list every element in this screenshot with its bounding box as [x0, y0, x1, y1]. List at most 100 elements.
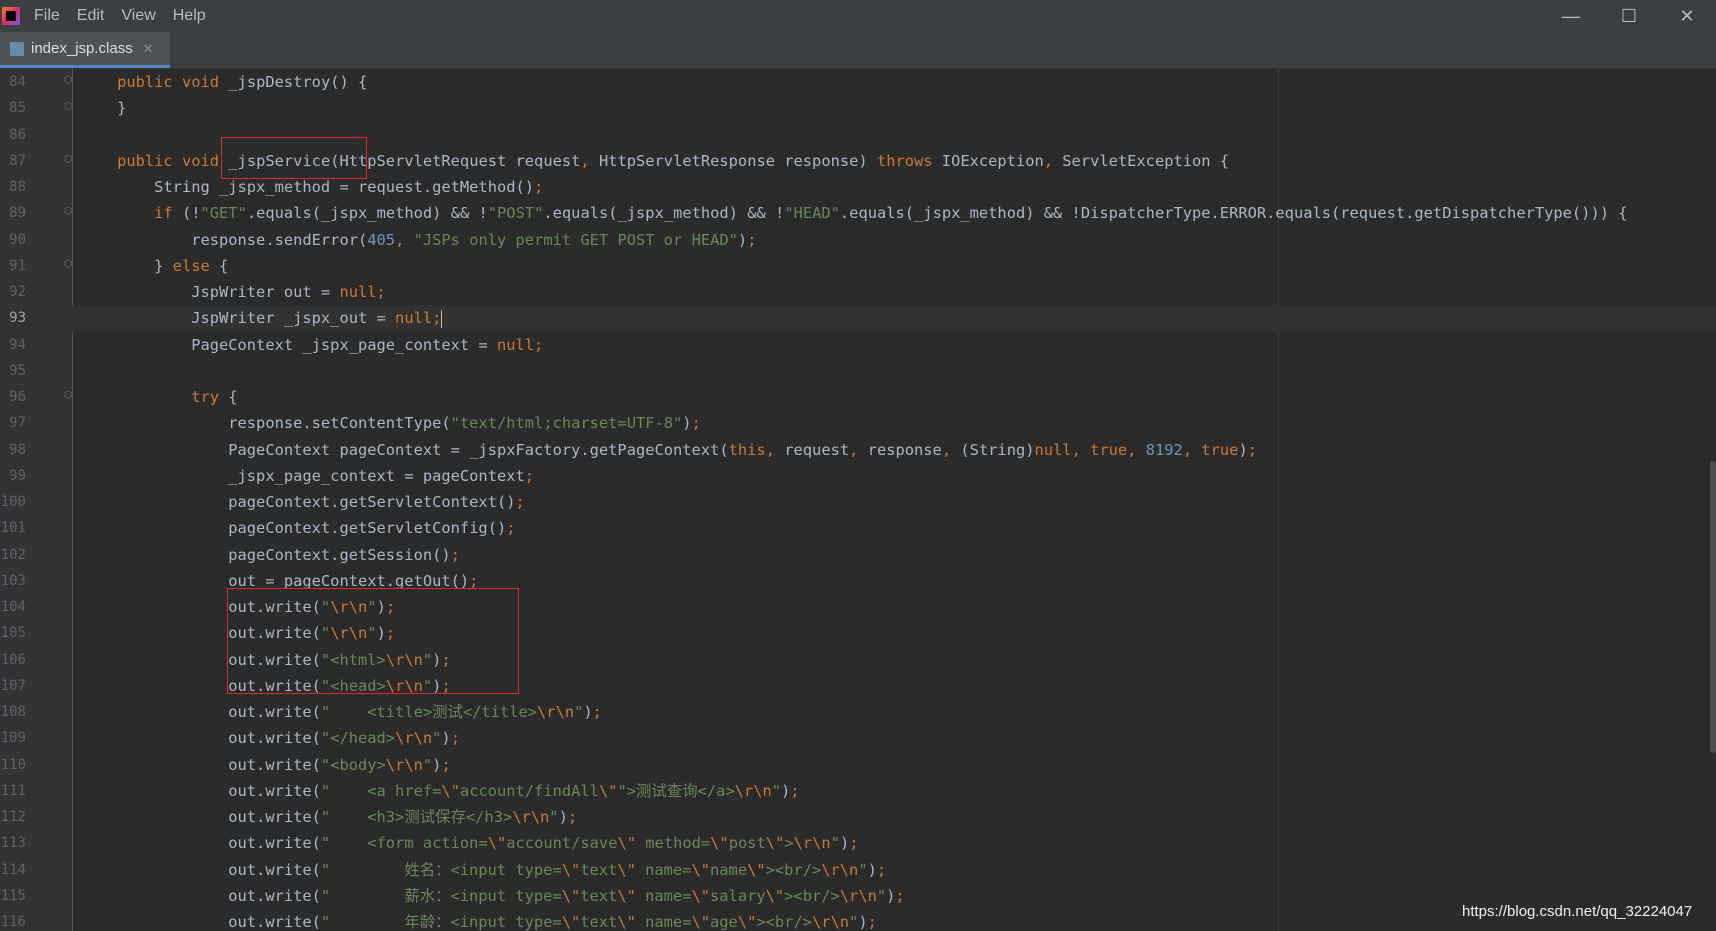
code-token: public void [117, 73, 229, 91]
code-line[interactable]: 113 out.write(" <form action=\"account/s… [0, 830, 1716, 856]
code-line[interactable]: 106 out.write("<html>\r\n"); [0, 647, 1716, 673]
code-token: " [367, 624, 377, 643]
menu-edit[interactable]: Edit [77, 7, 105, 25]
code-token: ) [376, 598, 386, 616]
code-token: " <a href= [320, 781, 442, 800]
code-line[interactable]: 95 [0, 358, 1716, 384]
fold-marker-icon[interactable]: ⬡ [64, 391, 73, 401]
code-line[interactable]: 104 out.write("\r\n"); [0, 594, 1716, 620]
menu-file[interactable]: File [34, 7, 60, 25]
text-caret [441, 309, 443, 328]
code-line[interactable]: 93 JspWriter _jspx_out = null; [0, 305, 1716, 332]
menu-help[interactable]: Help [173, 7, 206, 25]
tab-index-jsp-class[interactable]: index_jsp.class ✕ [0, 32, 170, 68]
code-token: " [574, 703, 584, 721]
code-line[interactable]: 90 response.sendError(405, "JSPs only pe… [0, 227, 1716, 253]
code-token: name= [635, 913, 692, 931]
code-token: out.write( [80, 676, 321, 695]
code-token: > [784, 834, 794, 853]
code-token: PageContext _jspx_page_context = [80, 335, 497, 354]
code-token: ; [534, 178, 544, 196]
code-token: ; [790, 781, 800, 800]
code-token: "<html> [320, 650, 386, 669]
code-line[interactable]: 94 PageContext _jspx_page_context = null… [0, 332, 1716, 358]
code-token: "<head> [320, 676, 386, 695]
menu-view[interactable]: View [121, 7, 155, 25]
code-line[interactable]: 107 out.write("<head>\r\n"); [0, 673, 1716, 699]
tab-label: index_jsp.class [31, 40, 133, 57]
code-token: " <form action= [320, 834, 488, 853]
minimize-button[interactable]: — [1542, 0, 1600, 32]
line-number: 100 [0, 494, 26, 510]
code-token: \r\n [821, 860, 859, 879]
code-token: _jspDestroy() { [228, 73, 368, 91]
code-line[interactable]: 109 out.write("</head>\r\n"); [0, 725, 1716, 751]
code-token: out.write( [80, 834, 321, 853]
code-token: "JSPs only permit GET POST or HEAD" [413, 230, 738, 249]
code-text: out.write(" 薪水：<input type=\"text\" name… [80, 883, 904, 909]
code-line[interactable]: 111 out.write(" <a href=\"account/findAl… [0, 778, 1716, 804]
code-token: ><br/> [756, 913, 812, 931]
code-line[interactable]: 96 ⬡ try { [0, 384, 1716, 410]
fold-marker-icon[interactable]: ⬡ [64, 207, 73, 217]
code-line[interactable]: 97 response.setContentType("text/html;ch… [0, 410, 1716, 436]
code-token: \r\n [330, 624, 368, 643]
code-token: , [941, 440, 961, 459]
code-token: age [710, 913, 738, 931]
code-line[interactable]: 85 ⬡ } [0, 95, 1716, 121]
code-token: 405 [367, 230, 396, 249]
code-line[interactable]: 100 pageContext.getServletContext(); [0, 489, 1716, 515]
code-token: (String) [960, 440, 1035, 459]
code-token: " [422, 676, 433, 695]
line-number: 114 [0, 861, 26, 878]
code-line[interactable]: 114 out.write(" 姓名：<input type=\"text\" … [0, 857, 1716, 883]
code-token: \" [561, 913, 581, 931]
code-editor[interactable]: 84 ⬡ public void _jspDestroy() {85 ⬡ } 86 87… [0, 69, 1716, 931]
code-line[interactable]: 99 _jspx_page_context = pageContext; [0, 463, 1716, 489]
code-line[interactable]: 102 pageContext.getSession(); [0, 542, 1716, 568]
code-line[interactable]: 105 out.write("\r\n"); [0, 620, 1716, 646]
code-line[interactable]: 103 out = pageContext.getOut(); [0, 568, 1716, 594]
code-text: response.sendError(405, "JSPs only permi… [80, 227, 756, 253]
code-line[interactable]: 98 PageContext pageContext = _jspxFactor… [0, 437, 1716, 463]
code-line[interactable]: 110 out.write("<body>\r\n"); [0, 752, 1716, 778]
code-line[interactable]: 108 out.write(" <title>测试</title>\r\n"); [0, 699, 1716, 725]
code-token: \" [691, 913, 711, 931]
code-line[interactable]: 88 String _jspx_method = request.getMeth… [0, 174, 1716, 200]
code-token: ; [1247, 440, 1258, 459]
code-token: } [80, 99, 127, 118]
code-line[interactable]: 92 JspWriter out = null; [0, 279, 1716, 305]
code-token: out.write( [80, 886, 321, 905]
fold-marker-icon[interactable]: ⬡ [64, 259, 73, 270]
vertical-scrollbar-thumb[interactable] [1710, 461, 1716, 753]
fold-marker-icon[interactable]: ⬡ [64, 102, 73, 112]
code-text: out.write("\r\n"); [80, 620, 395, 646]
code-token: account/save [506, 834, 618, 853]
code-line[interactable]: 84 ⬡ public void _jspDestroy() { [0, 69, 1716, 95]
code-token: \" [617, 913, 636, 931]
code-line[interactable]: 91 ⬡ } else { [0, 253, 1716, 279]
fold-marker-icon[interactable]: ⬡ [64, 76, 73, 86]
code-token: "text/html;charset=UTF-8" [450, 414, 683, 433]
code-token: out.write( [80, 781, 321, 800]
code-text: out.write(" <form action=\"account/save\… [80, 830, 859, 856]
maximize-button[interactable]: ☐ [1600, 0, 1658, 32]
code-line[interactable]: 112 out.write(" <h3>测试保存</h3>\r\n"); [0, 804, 1716, 830]
close-tab-icon[interactable]: ✕ [143, 41, 154, 57]
menu-bar: File Edit View Help [34, 7, 223, 25]
code-line[interactable]: 89 ⬡ if (!"GET".equals(_jspx_method) && !… [0, 200, 1716, 226]
code-token: String _jspx_method = request.getMethod(… [80, 178, 535, 196]
code-token: ; [849, 834, 859, 853]
code-line[interactable]: 116 out.write(" 年龄：<input type=\"text\" … [0, 909, 1716, 931]
code-line[interactable]: 101 pageContext.getServletConfig(); [0, 515, 1716, 541]
close-window-button[interactable]: ✕ [1658, 0, 1716, 32]
fold-marker-icon[interactable]: ⬡ [64, 154, 73, 165]
code-token: \" [765, 886, 785, 905]
code-line[interactable]: 87 ⬡ public void _jspService(HttpServletR… [0, 148, 1716, 174]
code-token: throws [876, 151, 942, 170]
code-token: this [728, 440, 766, 459]
code-line[interactable]: 86 [0, 122, 1716, 148]
code-line[interactable]: 115 out.write(" 薪水：<input type=\"text\" … [0, 883, 1716, 909]
code-token: HttpServletResponse response) [598, 151, 877, 170]
code-token: out.write( [80, 729, 321, 748]
